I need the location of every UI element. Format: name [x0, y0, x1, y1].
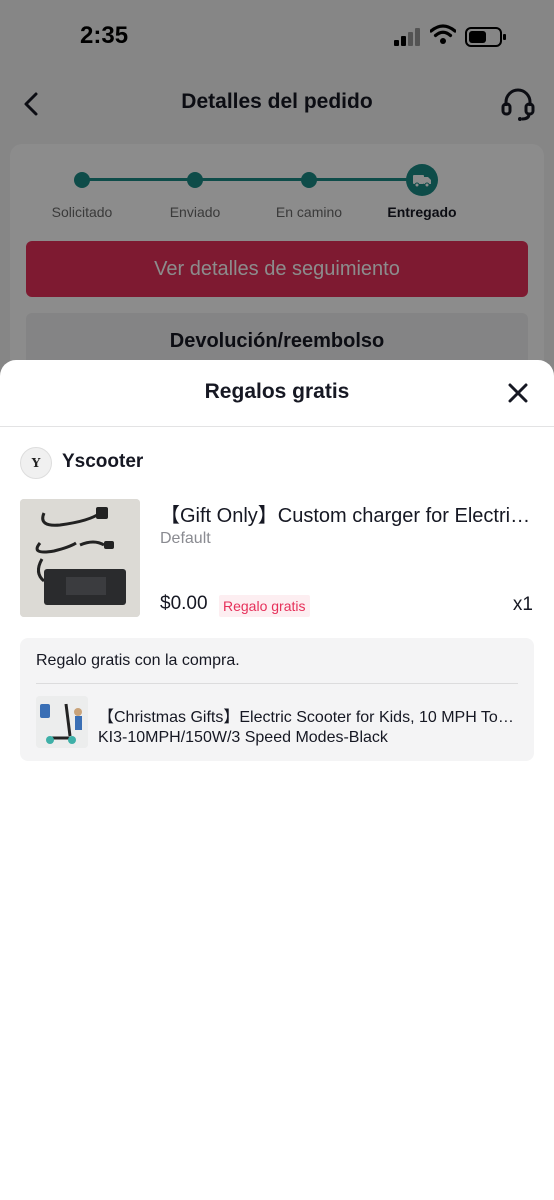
scooter-product-image[interactable] [36, 696, 88, 748]
gift-item-title[interactable]: 【Christmas Gifts】Electric Scooter for Ki… [98, 703, 518, 727]
sheet-title: Regalos gratis [204, 380, 350, 403]
product-quantity: x1 [512, 594, 533, 615]
sheet-divider [0, 426, 554, 427]
gift-item-variant: KI3-10MPH/150W/3 Speed Modes-Black [98, 729, 388, 746]
product-variant: Default [160, 530, 211, 547]
shop-avatar[interactable]: Y [20, 447, 52, 479]
charger-product-image[interactable] [20, 499, 140, 617]
free-gift-badge: Regalo gratis [219, 595, 310, 617]
product-title[interactable]: 【Gift Only】Custom charger for Electric S… [160, 499, 532, 528]
shop-name[interactable]: Yscooter [62, 451, 143, 473]
product-price: $0.00 [160, 593, 208, 614]
free-gifts-sheet: Regalos gratis Y Yscooter 【Gift Only】Cus… [0, 360, 554, 1200]
gift-box-heading: Regalo gratis con la compra. [36, 652, 240, 669]
gift-with-purchase-box: Regalo gratis con la compra. 【Christmas … [20, 638, 534, 761]
gift-box-divider [36, 683, 518, 684]
close-icon[interactable] [505, 380, 531, 406]
